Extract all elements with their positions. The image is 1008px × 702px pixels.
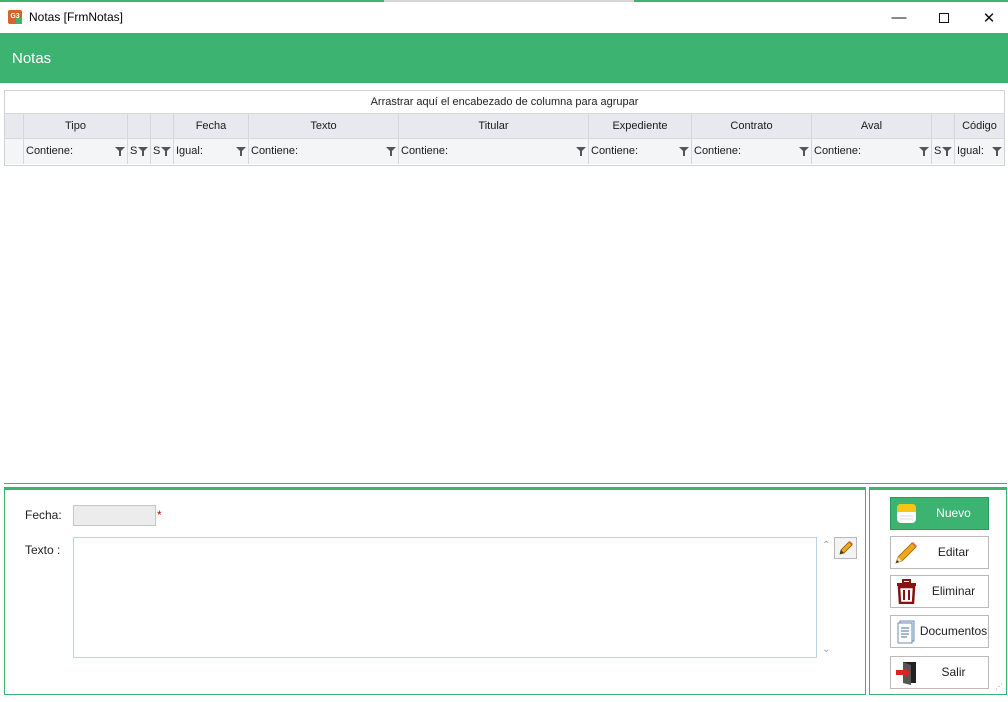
filter-icon[interactable]	[236, 147, 246, 156]
column-header-fecha[interactable]: Fecha	[174, 114, 249, 138]
resize-grip-icon[interactable]: ⋰	[995, 682, 1003, 691]
notepad-icon	[897, 504, 916, 523]
filter-icon[interactable]	[138, 147, 148, 156]
pencil-icon	[838, 541, 853, 555]
filter-icon[interactable]	[386, 147, 396, 156]
filter-cell-aval[interactable]: Contiene:	[812, 139, 932, 164]
title-bar-accent	[384, 0, 634, 2]
filter-icon[interactable]	[679, 147, 689, 156]
eliminar-button[interactable]: Eliminar	[890, 575, 989, 608]
salir-label: Salir	[941, 665, 966, 679]
filter-cell-codigo[interactable]: Igual:	[955, 139, 1004, 164]
title-bar: G3 Notas [FrmNotas] — ✕	[0, 0, 1008, 33]
column-header-indicator[interactable]	[5, 114, 24, 138]
close-icon: ✕	[982, 9, 996, 27]
column-header-s2[interactable]	[151, 114, 174, 138]
eliminar-label: Eliminar	[931, 584, 976, 598]
page-title: Notas	[12, 50, 52, 67]
filter-icon[interactable]	[942, 147, 952, 156]
close-button[interactable]: ✕	[966, 2, 1008, 33]
filter-cell-tipo[interactable]: Contiene:	[24, 139, 128, 164]
filter-cell-titular[interactable]: Contiene:	[399, 139, 589, 164]
filter-label: Igual:	[176, 145, 203, 157]
filter-cell-s2[interactable]: S	[151, 139, 174, 164]
salir-button[interactable]: Salir	[890, 656, 989, 689]
nuevo-button[interactable]: Nuevo	[890, 497, 989, 530]
maximize-icon	[939, 12, 949, 23]
documentos-button[interactable]: Documentos	[890, 615, 989, 648]
document-icon	[897, 620, 915, 644]
scroll-up-icon[interactable]: ⌃	[822, 540, 830, 551]
texto-scrollbar[interactable]: ⌃ ⌄	[819, 537, 835, 658]
column-header-tipo[interactable]: Tipo	[24, 114, 128, 138]
splitter[interactable]	[4, 483, 1007, 484]
filter-icon[interactable]	[919, 147, 929, 156]
filter-label: Contiene:	[814, 145, 862, 157]
actions-panel: Nuevo Editar Eliminar Documentos Salir ⋰	[869, 487, 1007, 695]
filter-label: Contiene:	[251, 145, 299, 157]
column-header-texto[interactable]: Texto	[249, 114, 399, 138]
window-title: Notas [FrmNotas]	[29, 10, 124, 24]
column-header-expediente[interactable]: Expediente	[589, 114, 692, 138]
texto-field[interactable]	[73, 537, 817, 658]
filter-cell-s3[interactable]: S	[932, 139, 955, 164]
filter-icon[interactable]	[799, 147, 809, 156]
filter-cell-texto[interactable]: Contiene:	[249, 139, 399, 164]
column-header-codigo[interactable]: Código	[955, 114, 1004, 138]
editar-label: Editar	[937, 545, 970, 559]
minimize-icon: —	[891, 9, 907, 26]
form-header: Notas	[0, 33, 1008, 83]
filter-label: S	[130, 145, 138, 157]
documentos-label: Documentos	[919, 624, 988, 638]
detail-panel: Fecha: * Texto : ⌃ ⌄	[4, 487, 866, 695]
filter-label: S	[934, 145, 942, 157]
filter-label: Contiene:	[694, 145, 742, 157]
edit-text-button[interactable]	[834, 537, 857, 559]
trash-icon	[897, 579, 916, 604]
filter-cell-indicator	[5, 139, 24, 164]
required-marker: *	[157, 508, 162, 522]
nuevo-label: Nuevo	[936, 506, 971, 520]
filter-label: Igual:	[957, 145, 984, 157]
column-header-titular[interactable]: Titular	[399, 114, 589, 138]
notes-grid[interactable]: Arrastrar aquí el encabezado de columna …	[4, 90, 1005, 166]
column-header-aval[interactable]: Aval	[812, 114, 932, 138]
minimize-button[interactable]: —	[876, 2, 922, 33]
filter-cell-fecha[interactable]: Igual:	[174, 139, 249, 164]
column-header-contrato[interactable]: Contrato	[692, 114, 812, 138]
fecha-field[interactable]	[73, 505, 156, 526]
grid-filter-row: Contiene: S S Igual: Contiene: Contiene:…	[5, 139, 1004, 164]
app-window: G3 Notas [FrmNotas] — ✕ Notas Arrastrar …	[0, 0, 1008, 702]
exit-door-icon	[896, 662, 916, 685]
column-header-s1[interactable]	[128, 114, 151, 138]
filter-cell-expediente[interactable]: Contiene:	[589, 139, 692, 164]
texto-label: Texto :	[25, 543, 61, 557]
scroll-down-icon[interactable]: ⌄	[822, 644, 830, 655]
filter-label: Contiene:	[26, 145, 74, 157]
pencil-icon	[895, 542, 917, 564]
filter-label: S	[153, 145, 161, 157]
filter-cell-contrato[interactable]: Contiene:	[692, 139, 812, 164]
filter-label: Contiene:	[591, 145, 639, 157]
editar-button[interactable]: Editar	[890, 536, 989, 569]
maximize-button[interactable]	[921, 2, 967, 33]
filter-icon[interactable]	[992, 147, 1002, 156]
filter-icon[interactable]	[161, 147, 171, 156]
fecha-label: Fecha:	[25, 508, 62, 522]
filter-cell-s1[interactable]: S	[128, 139, 151, 164]
column-header-s3[interactable]	[932, 114, 955, 138]
group-by-panel[interactable]: Arrastrar aquí el encabezado de columna …	[5, 91, 1004, 114]
filter-label: Contiene:	[401, 145, 449, 157]
grid-header-row: Tipo Fecha Texto Titular Expediente Cont…	[5, 114, 1004, 139]
app-icon: G3	[8, 10, 22, 24]
filter-icon[interactable]	[576, 147, 586, 156]
filter-icon[interactable]	[115, 147, 125, 156]
